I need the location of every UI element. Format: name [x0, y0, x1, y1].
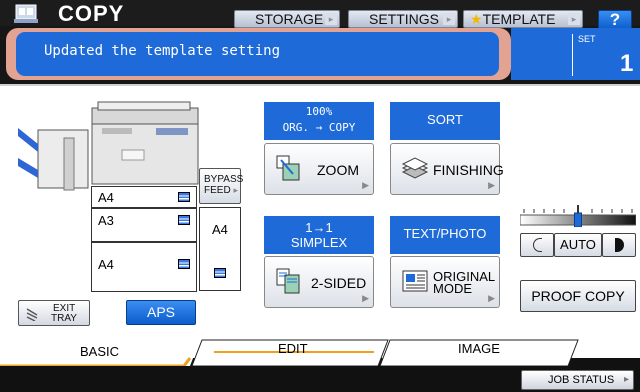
tab-template[interactable]: ★TEMPLATE ▸ [463, 10, 583, 28]
tab-settings-label: SETTINGS [369, 11, 440, 27]
chevron-right-icon: ▶ [488, 293, 495, 303]
paper-tray-1[interactable]: A4 [91, 186, 197, 208]
set-divider [572, 34, 573, 76]
exit-tray-icon [26, 308, 38, 321]
help-button[interactable]: ? [598, 10, 632, 30]
chevron-right-icon: ▸ [443, 13, 455, 25]
tab-settings[interactable]: SETTINGS ▸ [348, 10, 458, 28]
aps-button[interactable]: APS [126, 300, 196, 325]
finishing-label: FINISHING [433, 162, 504, 178]
tab-template-label: TEMPLATE [482, 11, 556, 27]
original-mode-icon [402, 270, 428, 292]
message-highlight: Updated the template setting [6, 28, 511, 80]
zoom-icon [276, 155, 300, 181]
chevron-right-icon: ▶ [362, 293, 369, 303]
lighter-icon [532, 238, 542, 252]
density-auto-button[interactable]: AUTO [554, 233, 602, 257]
paper-tray-3[interactable]: A4 [91, 242, 197, 292]
chevron-right-icon: ▶ [362, 180, 369, 190]
tab-storage-label: STORAGE [255, 11, 324, 27]
two-sided-label: 2-SIDED [311, 275, 367, 291]
bypass-feed-button[interactable]: BYPASS FEED ▸ [199, 168, 244, 204]
bypass-label-2: FEED [204, 185, 231, 196]
paper-stack-icon [214, 268, 226, 278]
original-mode-value: TEXT/PHOTO [403, 226, 487, 241]
chevron-right-icon: ▸ [623, 374, 629, 385]
star-icon: ★ [470, 11, 483, 27]
copy-screen: COPY STORAGE ▸ SETTINGS ▸ ★TEMPLATE ▸ ? … [0, 0, 640, 392]
zoom-status: 100% ORG. → COPY [264, 102, 374, 140]
chevron-right-icon: ▸ [233, 185, 238, 195]
tray-1-size: A4 [98, 190, 114, 205]
finishing-button[interactable]: FINISHING ▶ [390, 143, 504, 195]
app-title: COPY [58, 1, 125, 26]
set-label: SET [578, 34, 596, 44]
bypass-label-1: BYPASS [204, 174, 244, 185]
copy-mode-icon [14, 4, 38, 23]
original-mode-label-2: MODE [433, 281, 472, 296]
tray-2-size: A3 [98, 213, 114, 228]
density-lighter-button[interactable] [520, 233, 554, 257]
tab-image[interactable]: IMAGE [458, 341, 500, 356]
bypass-size: A4 [212, 222, 228, 237]
exit-tray-button[interactable]: EXIT TRAY [18, 300, 90, 326]
chevron-right-icon: ▸ [568, 13, 580, 25]
message-box: Updated the template setting [16, 32, 499, 76]
chevron-right-icon: ▶ [488, 180, 495, 190]
two-sided-icon [276, 268, 300, 294]
darker-icon [614, 238, 624, 252]
original-mode-status: TEXT/PHOTO [390, 216, 500, 254]
paper-stack-icon [178, 215, 190, 225]
zoom-direction: ORG. → COPY [282, 121, 356, 134]
tab-basic[interactable]: BASIC [80, 344, 119, 359]
density-level-marker [574, 212, 582, 227]
job-status-label: JOB STATUS [548, 374, 615, 386]
duplex-mode: SIMPLEX [290, 235, 348, 250]
paper-tray-2[interactable]: A3 [91, 208, 197, 242]
paper-stack-icon [178, 259, 190, 269]
finishing-mode: SORT [427, 112, 463, 127]
chevron-right-icon: ▸ [325, 13, 337, 25]
duplex-ratio: 1→1 [305, 220, 333, 235]
bypass-tray[interactable]: A4 [199, 207, 241, 291]
finishing-status: SORT [390, 102, 500, 140]
zoom-ratio: 100% [305, 105, 333, 118]
original-mode-button[interactable]: ORIGINAL MODE ▶ [390, 256, 500, 308]
duplex-status: 1→1 SIMPLEX [264, 216, 374, 254]
finishing-icon [401, 157, 429, 179]
tab-edit[interactable]: EDIT [278, 341, 308, 356]
message-text: Updated the template setting [44, 43, 281, 59]
density-scale [520, 205, 636, 227]
two-sided-button[interactable]: 2-SIDED ▶ [264, 256, 374, 308]
zoom-label: ZOOM [317, 162, 359, 178]
density-ticks [523, 205, 633, 213]
set-count: 1 [620, 50, 634, 77]
job-status-button[interactable]: JOB STATUS ▸ [521, 370, 634, 390]
proof-copy-button[interactable]: PROOF COPY [520, 280, 636, 312]
exit-tray-label-2: TRAY [51, 313, 77, 324]
tray-3-size: A4 [98, 257, 114, 272]
copier-illustration [18, 101, 199, 191]
zoom-button[interactable]: ZOOM ▶ [264, 143, 374, 195]
tab-storage[interactable]: STORAGE ▸ [234, 10, 340, 28]
paper-stack-icon [178, 192, 190, 202]
density-darker-button[interactable] [602, 233, 636, 257]
